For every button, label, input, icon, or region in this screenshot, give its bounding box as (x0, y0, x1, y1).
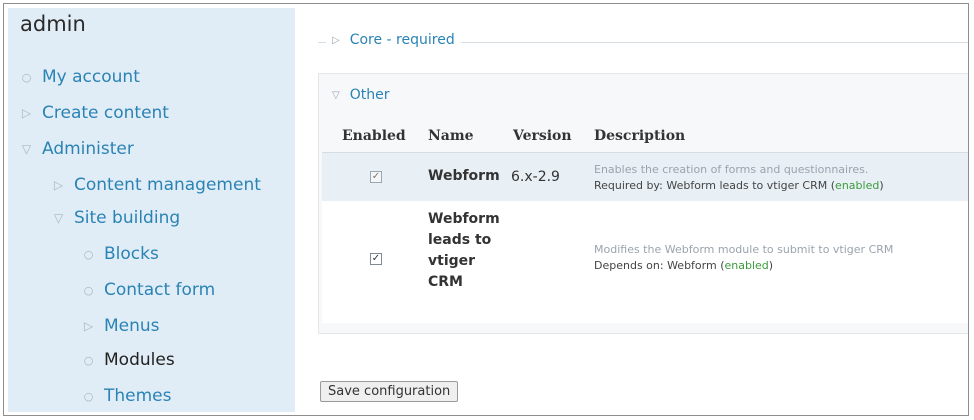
sidebar-item-label: Create content (42, 103, 169, 123)
page-frame: admin ○ My account ▷ Create content ▽ Ad… (3, 3, 969, 416)
column-header-name: Name (428, 128, 474, 144)
bullet-icon: ○ (83, 283, 94, 297)
save-configuration-button[interactable]: Save configuration (320, 381, 459, 402)
main-content: ▷ Core - required ▽ Other Enabled Name V… (304, 4, 968, 415)
triangle-right-icon: ▷ (21, 106, 32, 120)
bullet-icon: ○ (83, 389, 94, 403)
triangle-down-icon: ▽ (21, 142, 32, 156)
triangle-right-icon: ▷ (83, 319, 94, 333)
triangle-down-icon: ▽ (332, 89, 340, 101)
fieldset-other-legend[interactable]: ▽ Other (326, 87, 396, 103)
sidebar-item-label: Blocks (104, 244, 159, 264)
enabled-checkbox-webform-leads[interactable]: ✓ (370, 253, 382, 265)
sidebar-item-my-account[interactable]: ○ My account (20, 67, 140, 87)
triangle-down-icon: ▽ (53, 211, 64, 225)
column-header-description: Description (594, 128, 686, 144)
bullet-icon: ○ (83, 353, 94, 367)
sidebar-item-blocks[interactable]: ○ Blocks (82, 244, 159, 264)
fieldset-other-label: Other (349, 87, 390, 103)
sidebar-item-label: Contact form (104, 280, 216, 300)
sidebar-item-label: Menus (104, 316, 160, 336)
sidebar-item-site-building[interactable]: ▽ Site building (52, 208, 180, 228)
sidebar-item-label: Content management (74, 175, 261, 195)
bullet-icon: ○ (83, 247, 94, 261)
fieldset-core-label: Core - required (349, 32, 455, 48)
sidebar-item-contact-form[interactable]: ○ Contact form (82, 280, 216, 300)
module-name: Webform leads to vtiger CRM (428, 211, 500, 290)
bullet-icon: ○ (21, 70, 32, 84)
sidebar-item-label: Themes (104, 386, 172, 406)
sidebar-title: admin (20, 12, 86, 36)
table-row (322, 152, 968, 202)
sidebar-item-modules[interactable]: ○ Modules (82, 350, 175, 370)
module-version: 6.x-2.9 (511, 169, 560, 185)
sidebar-item-label: My account (42, 67, 140, 87)
fieldset-core-legend[interactable]: ▷ Core - required (326, 32, 461, 48)
sidebar-navigation: admin ○ My account ▷ Create content ▽ Ad… (8, 8, 295, 412)
module-name: Webform (428, 168, 500, 184)
enabled-checkbox-webform[interactable]: ✓ (370, 171, 382, 183)
column-header-version: Version (513, 128, 572, 144)
sidebar-item-create-content[interactable]: ▷ Create content (20, 103, 169, 123)
module-description: Enables the creation of forms and questi… (594, 163, 869, 176)
sidebar-item-menus[interactable]: ▷ Menus (82, 316, 160, 336)
module-dependency: Required by: Webform leads to vtiger CRM… (594, 179, 884, 192)
column-header-enabled: Enabled (342, 128, 406, 144)
sidebar-item-themes[interactable]: ○ Themes (82, 386, 172, 406)
module-dependency: Depends on: Webform (enabled) (594, 259, 774, 272)
triangle-right-icon: ▷ (332, 34, 340, 46)
module-description: Modifies the Webform module to submit to… (594, 243, 894, 256)
triangle-right-icon: ▷ (53, 178, 64, 192)
sidebar-item-label: Administer (42, 139, 134, 159)
sidebar-item-label: Modules (104, 350, 175, 370)
sidebar-item-content-management[interactable]: ▷ Content management (52, 175, 261, 195)
sidebar-item-label: Site building (74, 208, 181, 228)
sidebar-item-administer[interactable]: ▽ Administer (20, 139, 134, 159)
